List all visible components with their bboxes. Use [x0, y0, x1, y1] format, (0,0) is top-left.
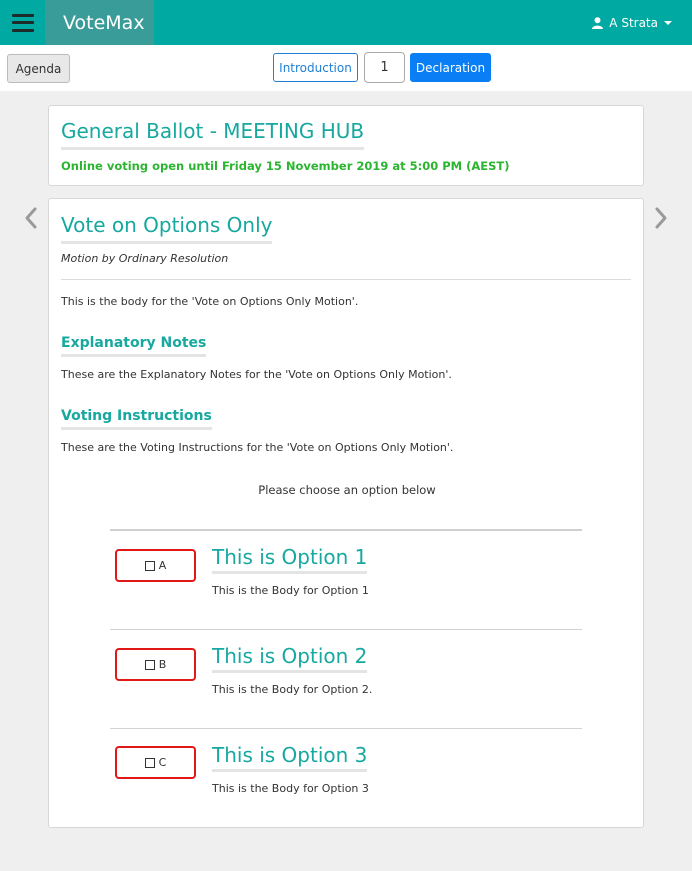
option-title: This is Option 1	[212, 545, 368, 574]
motion-body: This is the body for the 'Vote on Option…	[61, 295, 359, 308]
option-body: This is the Body for Option 3	[212, 782, 369, 795]
top-navbar: VoteMax A Strata	[0, 0, 692, 45]
chevron-right-icon[interactable]	[651, 205, 671, 231]
explanatory-notes-body: These are the Explanatory Notes for the …	[61, 368, 452, 381]
secondary-navbar: Agenda Introduction 1 Declaration	[0, 45, 692, 91]
checkbox-icon	[144, 659, 155, 670]
agenda-button[interactable]: Agenda	[7, 54, 70, 83]
option-b-checkbox[interactable]: B	[115, 648, 196, 681]
user-name: A Strata	[609, 15, 658, 30]
meeting-header-card: General Ballot - MEETING HUB Online voti…	[48, 105, 644, 186]
option-letter: B	[158, 658, 167, 671]
caret-down-icon	[664, 20, 672, 25]
motion-card: Vote on Options Only Motion by Ordinary …	[48, 198, 644, 828]
motion-subtitle: Motion by Ordinary Resolution	[61, 252, 229, 265]
option-letter: C	[158, 756, 167, 769]
introduction-button[interactable]: Introduction	[273, 53, 358, 82]
user-menu[interactable]: A Strata	[592, 0, 672, 45]
hamburger-icon[interactable]	[0, 0, 45, 45]
option-letter: A	[158, 559, 167, 572]
option-body: This is the Body for Option 2.	[212, 683, 373, 696]
explanatory-notes-heading: Explanatory Notes	[61, 335, 207, 357]
options-divider	[110, 728, 582, 729]
option-title: This is Option 3	[212, 743, 368, 772]
voting-instructions-body: These are the Voting Instructions for th…	[61, 441, 454, 454]
option-a-checkbox[interactable]: A	[115, 549, 196, 582]
voting-open-notice: Online voting open until Friday 15 Novem…	[61, 159, 510, 173]
divider	[61, 279, 631, 280]
page-number-button[interactable]: 1	[364, 52, 405, 83]
brand-logo[interactable]: VoteMax	[45, 0, 154, 45]
user-icon	[592, 16, 604, 29]
checkbox-icon	[144, 757, 155, 768]
checkbox-icon	[144, 560, 155, 571]
options-divider	[110, 529, 582, 531]
options-divider	[110, 629, 582, 630]
option-title: This is Option 2	[212, 644, 368, 673]
motion-title: Vote on Options Only	[61, 213, 273, 244]
chevron-left-icon[interactable]	[21, 205, 41, 231]
meeting-title: General Ballot - MEETING HUB	[61, 119, 365, 150]
option-body: This is the Body for Option 1	[212, 584, 369, 597]
voting-instructions-heading: Voting Instructions	[61, 408, 212, 430]
declaration-button[interactable]: Declaration	[410, 53, 491, 82]
choose-option-prompt: Please choose an option below	[258, 483, 436, 497]
option-c-checkbox[interactable]: C	[115, 746, 196, 779]
